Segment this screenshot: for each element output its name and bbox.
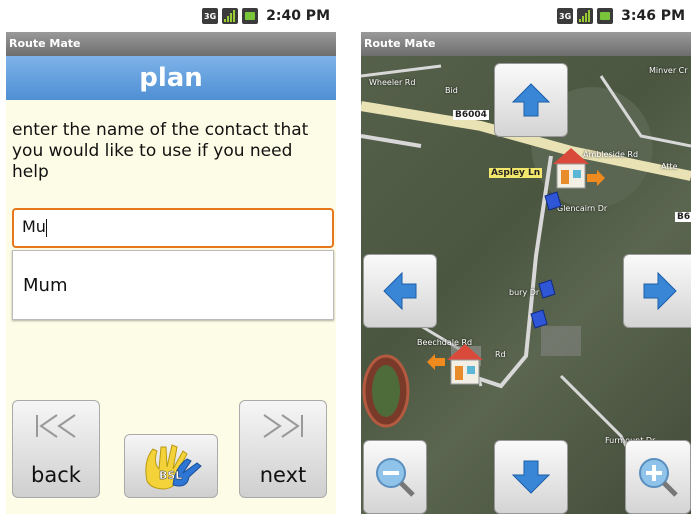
network-3g-icon: 3G — [202, 8, 219, 24]
skip-forward-icon — [240, 413, 326, 445]
arrow-left-icon — [383, 271, 417, 311]
start-house-icon — [427, 344, 483, 385]
street-label: Minver Cr — [649, 66, 688, 75]
app-title: Route Mate — [6, 32, 336, 56]
text-cursor — [45, 218, 47, 237]
zoom-in-icon — [639, 458, 678, 497]
arrow-up-icon — [511, 83, 551, 117]
network-3g-icon: 3G — [557, 8, 574, 24]
signal-icon — [577, 8, 594, 24]
pan-left-button[interactable] — [363, 254, 437, 328]
bsl-hand-icon: BSL — [145, 444, 202, 490]
road-label-aspley: Aspley Ln — [489, 168, 543, 178]
clock: 3:46 PM — [621, 8, 685, 24]
street-label: Wheeler Rd — [369, 78, 416, 87]
status-bar: 3G 3:46 PM — [361, 0, 691, 32]
autocomplete-suggestion[interactable]: Mum — [12, 250, 334, 320]
road-label-b6004: B6004 — [453, 110, 489, 120]
map-screen: 3G 3:46 PM Route Mate B6004 Aspley Ln B6… — [361, 0, 691, 514]
clock: 2:40 PM — [266, 8, 330, 24]
back-label: back — [31, 463, 81, 487]
pan-up-button[interactable] — [494, 63, 568, 137]
back-button[interactable]: back — [12, 400, 100, 498]
arrow-right-icon — [643, 271, 677, 311]
suggestion-label: Mum — [23, 275, 68, 296]
street-label: Glencairn Dr — [557, 204, 608, 213]
status-bar: 3G 2:40 PM — [6, 0, 336, 32]
street-label: bury Dr — [509, 288, 540, 297]
bsl-button[interactable]: BSL — [124, 434, 218, 498]
app-title: Route Mate — [361, 32, 691, 56]
instruction-text: enter the name of the contact that you w… — [12, 120, 309, 182]
pan-down-button[interactable] — [494, 440, 568, 514]
bsl-text: BSL — [159, 469, 182, 482]
battery-icon — [242, 8, 259, 24]
plan-screen: 3G 2:40 PM Route Mate plan enter the nam… — [6, 0, 336, 514]
arrow-down-icon — [511, 460, 551, 494]
zoom-out-icon — [376, 458, 415, 497]
signal-icon — [222, 8, 239, 24]
next-label: next — [259, 463, 307, 487]
destination-house-icon — [553, 148, 605, 189]
page-title: plan — [6, 56, 336, 100]
zoom-in-button[interactable] — [625, 440, 691, 514]
road-label-b6: B6 — [675, 212, 691, 222]
battery-icon — [597, 8, 614, 24]
zoom-out-button[interactable] — [363, 440, 427, 514]
contact-name-input[interactable]: Mu — [12, 208, 334, 248]
skip-back-icon — [13, 413, 99, 445]
pan-right-button[interactable] — [623, 254, 691, 328]
street-label: Bid — [445, 86, 458, 95]
street-label: Atte — [661, 162, 678, 171]
next-button[interactable]: next — [239, 400, 327, 498]
contact-name-value: Mu — [22, 217, 46, 236]
